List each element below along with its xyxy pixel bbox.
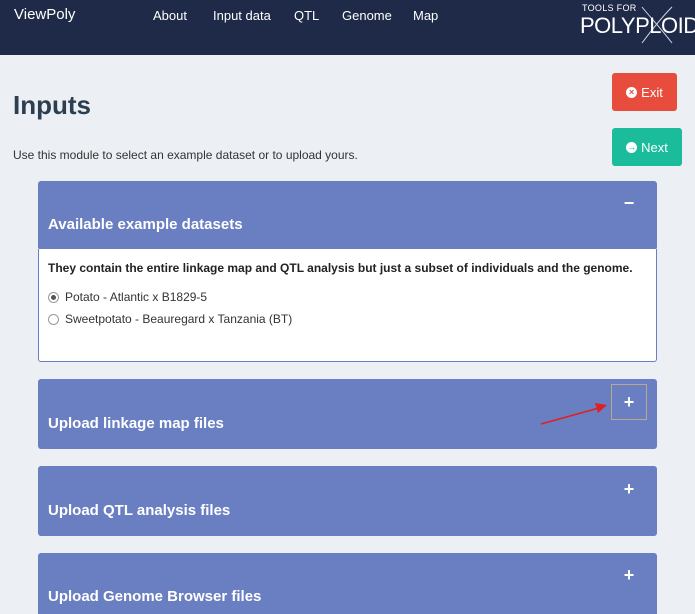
tools-for-polyploids-logo: TOOLS FOR POLYPLOIDS: [580, 3, 695, 47]
next-button-label: Next: [641, 139, 668, 155]
annotation-arrow: [540, 403, 607, 425]
expand-button[interactable]: +: [611, 384, 647, 420]
example-datasets-title: Available example datasets: [48, 216, 243, 233]
radio-option-potato[interactable]: Potato - Atlantic x B1829-5: [48, 290, 207, 304]
upload-qtl-title: Upload QTL analysis files: [48, 502, 231, 519]
radio-label-sweetpotato: Sweetpotato - Beauregard x Tanzania (BT): [65, 312, 293, 326]
nav-map[interactable]: Map: [413, 8, 438, 23]
expand-button[interactable]: +: [611, 471, 647, 507]
radio-label-potato: Potato - Atlantic x B1829-5: [65, 290, 208, 304]
nav-qtl[interactable]: QTL: [294, 8, 319, 23]
radio-button-selected[interactable]: [48, 291, 59, 303]
logo-big-text: POLYPLOIDS: [580, 13, 695, 38]
exit-button-label: Exit: [641, 84, 663, 100]
page-subtitle: Use this module to select an example dat…: [13, 148, 358, 162]
example-datasets-box: Available example datasets −: [38, 181, 657, 250]
next-button[interactable]: → Next: [612, 128, 682, 166]
nav-about[interactable]: About: [153, 8, 187, 23]
radio-option-sweetpotato[interactable]: Sweetpotato - Beauregard x Tanzania (BT): [48, 312, 292, 326]
expand-button[interactable]: +: [611, 557, 647, 593]
brand-link[interactable]: ViewPoly: [14, 6, 75, 23]
upload-qtl-box: Upload QTL analysis files +: [38, 466, 657, 536]
collapse-button[interactable]: −: [611, 185, 647, 221]
close-circle-icon: ×: [626, 86, 638, 98]
example-datasets-description: They contain the entire linkage map and …: [48, 261, 633, 275]
upload-genome-browser-title: Upload Genome Browser files: [48, 588, 262, 605]
page-title: Inputs: [13, 90, 91, 120]
arrow-right-circle-icon: →: [626, 141, 638, 153]
example-datasets-body: They contain the entire linkage map and …: [38, 249, 657, 362]
exit-button[interactable]: × Exit: [612, 73, 677, 111]
radio-button[interactable]: [48, 313, 59, 325]
nav-input-data[interactable]: Input data: [213, 8, 271, 23]
logo-small-text: TOOLS FOR: [582, 3, 637, 13]
nav-genome[interactable]: Genome: [342, 8, 392, 23]
upload-linkage-map-title: Upload linkage map files: [48, 415, 224, 432]
top-navbar: ViewPoly About Input data QTL Genome Map…: [0, 0, 695, 55]
upload-genome-browser-box: Upload Genome Browser files +: [38, 553, 657, 614]
